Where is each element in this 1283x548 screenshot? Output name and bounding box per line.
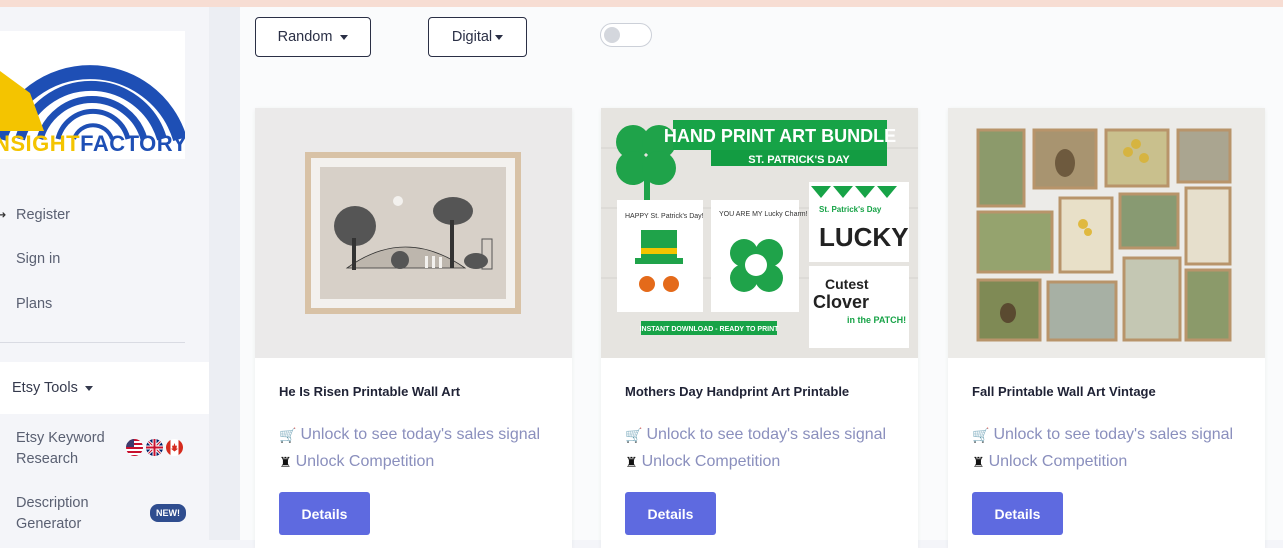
canada-flag-icon <box>166 439 183 456</box>
details-button[interactable]: Details <box>625 492 716 535</box>
nav-register[interactable]: Register <box>16 207 70 223</box>
nav-etsy-keyword-research[interactable]: Etsy Keyword Research <box>16 428 126 470</box>
product-title[interactable]: Mothers Day Handprint Art Printable <box>625 384 849 399</box>
details-button[interactable]: Details <box>972 492 1063 535</box>
competition-link[interactable]: ♜ Unlock Competition <box>279 453 434 471</box>
sidebar: NSIGHTFACTORY ➜ Register Sign in Plans E… <box>0 7 209 540</box>
cart-icon: 🛒 <box>279 426 297 443</box>
svg-text:INSTANT DOWNLOAD - READY TO PR: INSTANT DOWNLOAD - READY TO PRINT <box>640 326 780 333</box>
sales-signal-link[interactable]: 🛒 Unlock to see today's sales signal <box>972 426 1233 444</box>
top-strip <box>0 0 1283 7</box>
uk-flag-icon <box>146 439 163 456</box>
type-dropdown[interactable]: Digital <box>428 17 527 57</box>
competition-link[interactable]: ♜ Unlock Competition <box>625 453 780 471</box>
nav-plans[interactable]: Plans <box>16 296 52 312</box>
product-image[interactable]: HAND PRINT ART BUNDLE ST. PATRICK'S DAY … <box>601 108 918 358</box>
us-flag-icon <box>126 439 143 456</box>
new-badge: NEW! <box>150 504 186 522</box>
chevron-right-icon: ➜ <box>0 210 7 221</box>
sales-signal-link[interactable]: 🛒 Unlock to see today's sales signal <box>279 426 540 444</box>
caret-down-icon <box>84 385 93 391</box>
nav-description-generator[interactable]: Description Generator <box>16 493 126 535</box>
product-card: He Is Risen Printable Wall Art 🛒 Unlock t… <box>255 108 572 548</box>
cart-icon: 🛒 <box>625 426 643 443</box>
sort-dropdown-label: Random <box>277 29 333 45</box>
logo-text-part2: FACTORY <box>80 131 185 156</box>
logo[interactable]: NSIGHTFACTORY <box>0 31 185 159</box>
competition-link[interactable]: ♜ Unlock Competition <box>972 453 1127 471</box>
product-title[interactable]: Fall Printable Wall Art Vintage <box>972 384 1156 399</box>
svg-text:LUCKY: LUCKY <box>819 222 909 252</box>
product-image[interactable] <box>255 108 572 358</box>
toggle-knob <box>604 27 620 43</box>
country-flags <box>126 439 183 456</box>
etsy-tools-dropdown[interactable]: Etsy Tools <box>0 362 209 414</box>
details-button[interactable]: Details <box>279 492 370 535</box>
caret-down-icon <box>340 34 349 40</box>
type-dropdown-label: Digital <box>451 29 493 45</box>
svg-text:in the PATCH!: in the PATCH! <box>847 315 906 325</box>
sort-dropdown[interactable]: Random <box>255 17 371 57</box>
svg-text:Clover: Clover <box>813 292 869 312</box>
vintage-gallery-wall-image <box>976 128 1232 342</box>
toggle-switch[interactable] <box>600 23 652 47</box>
caret-down-icon <box>495 34 504 40</box>
product-image[interactable] <box>948 108 1265 358</box>
sales-signal-link[interactable]: 🛒 Unlock to see today's sales signal <box>625 426 886 444</box>
chess-icon: ♜ <box>972 453 985 470</box>
chess-icon: ♜ <box>625 453 638 470</box>
wall-art-image <box>305 152 521 314</box>
svg-text:Cutest: Cutest <box>825 276 869 292</box>
etsy-tools-label: Etsy Tools <box>12 380 93 396</box>
product-title[interactable]: He Is Risen Printable Wall Art <box>279 384 460 399</box>
main-content: Random Digital He Is Risen Printable Wal… <box>240 7 1283 548</box>
svg-text:YOU ARE MY Lucky Charm!: YOU ARE MY Lucky Charm! <box>719 211 808 218</box>
product-card: HAND PRINT ART BUNDLE ST. PATRICK'S DAY … <box>601 108 918 548</box>
sidebar-divider <box>0 342 185 343</box>
st-patricks-bundle-image: HAND PRINT ART BUNDLE ST. PATRICK'S DAY … <box>601 108 918 358</box>
logo-text: NSIGHTFACTORY <box>0 131 185 157</box>
svg-text:HAPPY St. Patrick's Day!: HAPPY St. Patrick's Day! <box>625 213 704 220</box>
product-card: Fall Printable Wall Art Vintage 🛒 Unlock … <box>948 108 1265 548</box>
logo-text-part1: NSIGHT <box>0 131 81 156</box>
sidebar-gutter <box>209 7 240 540</box>
svg-text:St. Patrick's Day: St. Patrick's Day <box>819 205 882 214</box>
cart-icon: 🛒 <box>972 426 990 443</box>
svg-text:HAND PRINT ART BUNDLE: HAND PRINT ART BUNDLE <box>664 126 896 146</box>
svg-text:ST. PATRICK'S DAY: ST. PATRICK'S DAY <box>748 154 850 166</box>
nav-signin[interactable]: Sign in <box>16 251 60 267</box>
chess-icon: ♜ <box>279 453 292 470</box>
